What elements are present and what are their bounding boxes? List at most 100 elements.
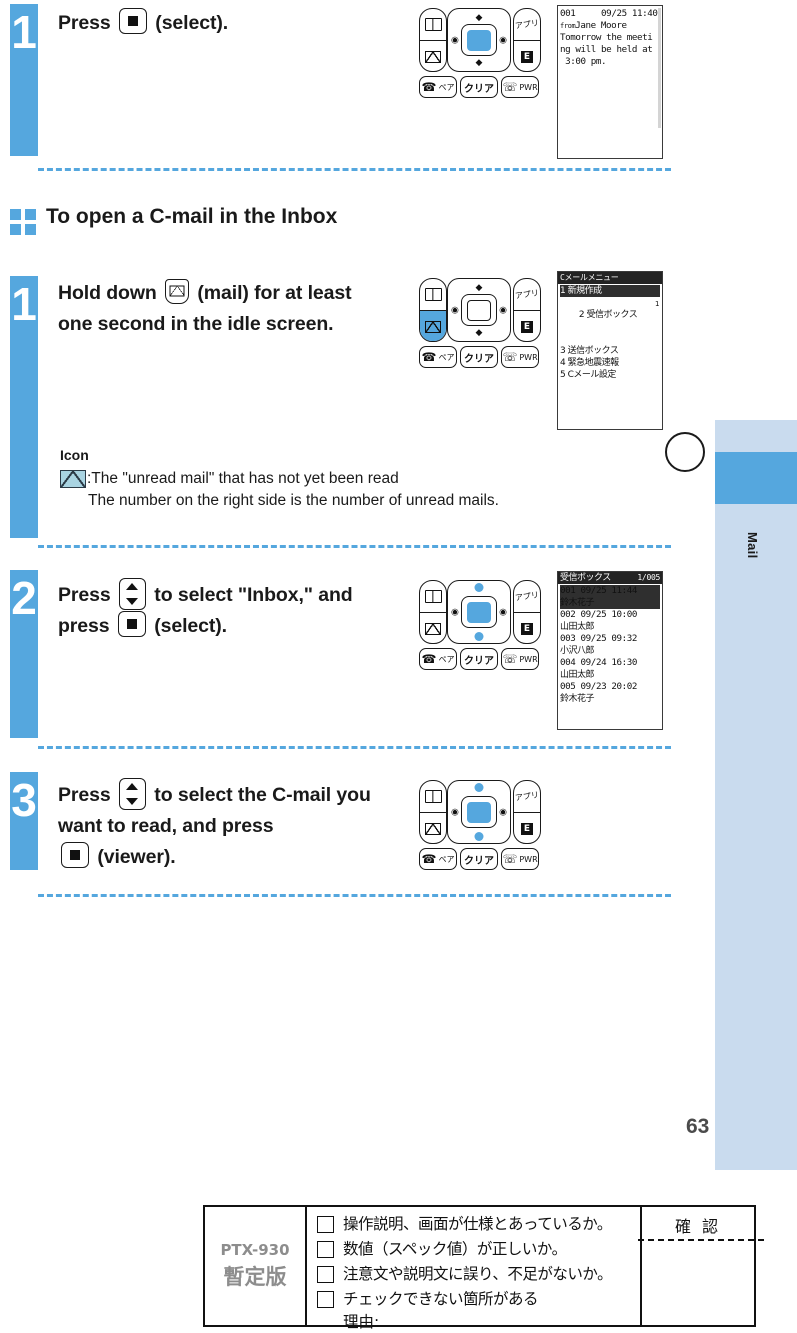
screen-scrollbar bbox=[658, 8, 661, 128]
checklist-item-0[interactable]: 操作説明、画面が仕様とあっているか。 bbox=[315, 1212, 640, 1237]
checklist-item-1[interactable]: 数値（スペック値）が正しいか。 bbox=[315, 1237, 640, 1262]
keypad-left-column bbox=[419, 780, 447, 844]
appli-key-label: アプリ bbox=[514, 18, 540, 31]
checklist-item-2[interactable]: 注意文や説明文に誤り、不足がないか。 bbox=[315, 1262, 640, 1287]
book-key bbox=[420, 9, 446, 40]
dpad-right-arrow-icon: ◉ bbox=[499, 34, 507, 45]
appli-key: アプリ bbox=[514, 581, 540, 612]
inbox-title-bar: 受信ボックス 1/005 bbox=[558, 572, 662, 584]
checkbox-1[interactable] bbox=[317, 1241, 334, 1258]
clear-key-label: クリア bbox=[464, 353, 494, 365]
dpad: ◉ ◉ bbox=[447, 580, 511, 644]
call-key: ☎ ペア bbox=[419, 648, 457, 670]
clear-key: クリア bbox=[460, 848, 498, 870]
cmail-menu-item-2: 3 送信ボックス bbox=[560, 346, 619, 356]
stamp-checklist: 操作説明、画面が仕様とあっているか。 数値（スペック値）が正しいか。 注意文や説… bbox=[307, 1207, 642, 1331]
ez-key: E bbox=[514, 40, 540, 71]
mail-icon bbox=[425, 822, 441, 835]
step-2-line1-post: to select "Inbox," and bbox=[154, 584, 353, 606]
phone-handset-icon: ☎ bbox=[421, 80, 437, 94]
cmail-menu-item-1-row: 2 受信ボックス 1 bbox=[560, 297, 660, 345]
separator-2 bbox=[38, 746, 671, 749]
stamp-confirm-cell[interactable]: 確 認 bbox=[638, 1207, 764, 1325]
step-3-line2: want to read, and press bbox=[58, 815, 274, 837]
dpad-up-arrow-icon: ◆ bbox=[475, 282, 483, 292]
inbox-row-4-name: 鈴木花子 bbox=[560, 694, 595, 704]
stamp-confirm-label: 確 認 bbox=[674, 1217, 722, 1236]
cmail-menu-item-3: 4 緊急地震速報 bbox=[560, 358, 619, 368]
dpad: ◆ ◆ ◉ ◉ bbox=[447, 8, 511, 72]
keypad-left-column bbox=[419, 8, 447, 72]
page-number: 63 bbox=[686, 1115, 710, 1138]
call-key-label: ペア bbox=[438, 352, 455, 362]
dpad-center-key bbox=[467, 601, 491, 623]
step-b-line2: one second in the idle screen. bbox=[58, 313, 334, 335]
appli-key-label: アプリ bbox=[514, 590, 540, 603]
keypad-diagram-2: ◉ ◉ アプリ E ☎ ペア クリア ☏ PWR bbox=[415, 578, 543, 674]
cmail-menu-body: 1 新規作成 2 受信ボックス 1 3 送信ボックス 4 緊急地震速報 5 Cメ… bbox=[558, 284, 662, 382]
cmail-menu-item-0: 1 新規作成 bbox=[560, 285, 660, 297]
checkbox-0[interactable] bbox=[317, 1216, 334, 1233]
side-index-tab bbox=[715, 452, 797, 504]
icon-note-title: Icon bbox=[60, 447, 89, 463]
book-key bbox=[420, 581, 446, 612]
end-call-icon: ☏ bbox=[502, 852, 518, 866]
center-select-key-icon bbox=[61, 842, 89, 868]
dpad-up-arrow-icon: ◆ bbox=[475, 12, 483, 22]
phone-screen-cmail-viewer: 001 09/25 11:40 fromJane Moore Tomorrow … bbox=[557, 5, 663, 159]
stamp-model-name: PTX-930 bbox=[220, 1241, 290, 1259]
keypad-diagram-a: ◆ ◆ ◉ ◉ アプリ E ☎ ペア クリア ☏ PWR bbox=[415, 6, 543, 102]
book-icon bbox=[424, 18, 442, 31]
checklist-label-1: 数値（スペック値）が正しいか。 bbox=[343, 1240, 567, 1258]
step-2-line2-post: (select). bbox=[154, 615, 227, 637]
stamp-version: 暫定版 bbox=[223, 1265, 287, 1289]
appli-key: アプリ bbox=[514, 9, 540, 40]
step-a-text-pre: Press bbox=[58, 12, 111, 34]
step-text-3: Press to select the C-mail you want to r… bbox=[58, 778, 371, 873]
step-3-line1-post: to select the C-mail you bbox=[154, 784, 371, 806]
checklist-label-0: 操作説明、画面が仕様とあっているか。 bbox=[343, 1215, 612, 1233]
dpad-down-highlight bbox=[474, 832, 484, 841]
section-title: To open a C-mail in the Inbox bbox=[46, 205, 338, 228]
checkbox-3[interactable] bbox=[317, 1291, 334, 1308]
book-icon bbox=[424, 790, 442, 803]
book-key bbox=[420, 781, 446, 812]
dpad-center-key bbox=[467, 801, 491, 823]
inbox-row-0-name: 鈴木花子 bbox=[560, 598, 595, 608]
clear-key-label: クリア bbox=[464, 83, 494, 95]
cmail-header-line: 001 09/25 11:40 bbox=[560, 8, 658, 19]
review-stamp-box: PTX-930 暫定版 操作説明、画面が仕様とあっているか。 数値（スペック値）… bbox=[203, 1205, 764, 1331]
four-squares-icon bbox=[10, 209, 36, 235]
cmail-body-line-3: 3:00 pm. bbox=[560, 56, 607, 67]
call-key-label: ペア bbox=[438, 654, 455, 664]
clear-key-label: クリア bbox=[464, 655, 494, 667]
step-a-text-post: (select). bbox=[155, 12, 229, 34]
mail-icon bbox=[425, 50, 441, 63]
step-text-b: Hold down (mail) for at least one second… bbox=[58, 278, 352, 340]
checklist-item-3[interactable]: チェックできない箇所がある bbox=[315, 1287, 640, 1312]
phone-screen-inbox-list: 受信ボックス 1/005 001 09/25 11:44 鈴木花子 002 09… bbox=[557, 571, 663, 730]
power-key: ☏ PWR bbox=[501, 848, 539, 870]
checkbox-2[interactable] bbox=[317, 1266, 334, 1283]
call-key: ☎ ペア bbox=[419, 346, 457, 368]
dpad-center-ring bbox=[461, 24, 497, 56]
cmail-sender-name: Jane Moore bbox=[575, 20, 627, 31]
manual-page: Mail 63 1 Press (select). ◆ ◆ ◉ ◉ アプリ E bbox=[0, 0, 797, 1331]
power-key: ☏ PWR bbox=[501, 76, 539, 98]
updown-key-icon bbox=[118, 578, 146, 610]
inbox-row-4: 005 09/23 20:02 鈴木花子 bbox=[560, 681, 660, 705]
keypad-right-column: アプリ E bbox=[513, 780, 541, 844]
step-2-line2-pre: press bbox=[58, 615, 110, 637]
mail-key-highlighted bbox=[420, 310, 446, 341]
cmail-menu-title: Cメールメニュー bbox=[558, 272, 662, 284]
call-key-label: ペア bbox=[438, 854, 455, 864]
clear-key: クリア bbox=[460, 346, 498, 368]
step-b-line1-post: (mail) for at least bbox=[197, 282, 352, 304]
power-key-label: PWR bbox=[519, 352, 538, 362]
inbox-row-2: 003 09/25 09:32 小沢八郎 bbox=[560, 633, 660, 657]
dpad-left-arrow-icon: ◉ bbox=[451, 304, 459, 315]
checklist-label-2: 注意文や説明文に誤り、不足がないか。 bbox=[343, 1265, 613, 1283]
keypad-left-column bbox=[419, 278, 447, 342]
icon-note-line2: The number on the right side is the numb… bbox=[88, 492, 499, 509]
inbox-row-3-name: 山田太郎 bbox=[560, 670, 595, 680]
